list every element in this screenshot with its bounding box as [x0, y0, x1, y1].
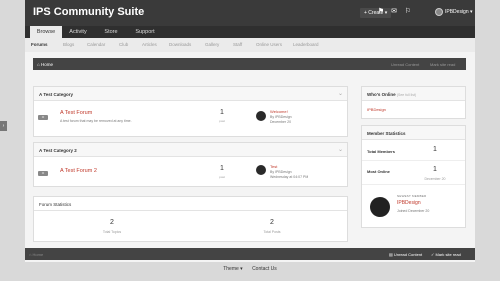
category-header: A Test Category 2 ⌄: [34, 143, 347, 157]
last-post-title[interactable]: Test: [270, 164, 277, 169]
post-label: post: [219, 119, 225, 123]
forum-stats-title: Forum Statistics: [39, 202, 72, 207]
forum-stats-header: Forum Statistics: [34, 197, 347, 211]
subnav-staff[interactable]: Staff: [233, 42, 242, 47]
last-post-author[interactable]: By IPBDesign: [270, 115, 292, 119]
subnav-gallery[interactable]: Gallery: [205, 42, 219, 47]
newest-member-joined: Joined December 20: [397, 209, 430, 213]
avatar: [435, 8, 443, 16]
most-online-label: Most Online: [367, 169, 390, 174]
forum-read-icon: ••: [38, 115, 48, 120]
main-nav: Browse Activity Store Support: [25, 26, 475, 38]
mark-site-read-link[interactable]: ✓ Mark site read: [431, 252, 461, 257]
whos-online-header: Who's Online (See full list): [362, 87, 465, 101]
newest-member-name[interactable]: IPBDesign: [397, 200, 421, 206]
whos-online-title: Who's Online (See full list): [367, 92, 417, 97]
member-stats-panel: Member Statistics Total Members 1 Most O…: [361, 125, 466, 228]
unread-content-link[interactable]: Unread Content: [391, 62, 419, 67]
forum-read-icon: ••: [38, 171, 48, 176]
subnav-articles[interactable]: Articles: [142, 42, 157, 47]
tab-store[interactable]: Store: [97, 26, 125, 38]
post-label: post: [219, 175, 225, 179]
member-stats-title: Member Statistics: [367, 131, 406, 136]
breadcrumb: ⌂ Home Unread Content Mark site read: [33, 58, 466, 70]
total-members-value: 1: [433, 146, 437, 153]
category-header: A Test Category ⌄: [34, 87, 347, 101]
last-post-date: December 20: [270, 120, 292, 124]
subnav-downloads[interactable]: Downloads: [169, 42, 191, 47]
divider: [362, 184, 465, 185]
last-post-author[interactable]: By IPBDesign: [270, 170, 292, 174]
sub-nav: Forums Blogs Calendar Club Articles Down…: [25, 38, 475, 52]
divider: [362, 160, 465, 161]
mark-site-read-link[interactable]: Mark site read: [430, 62, 455, 67]
bell-icon[interactable]: ⚑: [377, 8, 385, 16]
member-stats-header: Member Statistics: [362, 126, 465, 140]
top-bar: IPS Community Suite + Create ▾ ⚑ ✉ ⚐ IPB…: [25, 0, 475, 26]
footer: Theme ▾ Contact Us: [0, 266, 500, 272]
mail-icon[interactable]: ✉: [390, 8, 398, 16]
avatar[interactable]: [256, 111, 266, 121]
last-post-title[interactable]: Welcome!: [270, 109, 288, 114]
most-online-value: 1: [433, 166, 437, 173]
total-posts-label: Total Posts: [263, 230, 281, 234]
category-title[interactable]: A Test Category 2: [39, 148, 77, 153]
subnav-leaderboard[interactable]: Leaderboard: [293, 42, 319, 47]
last-post-date: Wednesday at 04:07 PM: [270, 175, 309, 179]
category-title[interactable]: A Test Category: [39, 92, 73, 97]
forum-link[interactable]: A Test Forum: [60, 110, 92, 116]
subnav-forums[interactable]: Forums: [31, 42, 48, 47]
total-topics-value: 2: [110, 219, 114, 226]
category-panel: A Test Category 2 ⌄ •• A Test Forum 2 1 …: [33, 142, 348, 187]
forum-link[interactable]: A Test Forum 2: [60, 168, 97, 174]
category-panel: A Test Category ⌄ •• A Test Forum A test…: [33, 86, 348, 137]
chevron-down-icon[interactable]: ⌄: [338, 146, 343, 153]
chevron-down-icon[interactable]: ⌄: [338, 90, 343, 97]
most-online-date: December 20: [424, 177, 446, 181]
newest-member-label: NEWEST MEMBER: [397, 194, 427, 198]
theme-selector[interactable]: Theme ▾: [223, 266, 242, 272]
breadcrumb-home[interactable]: ⌂ Home: [37, 62, 53, 67]
user-menu-label: IPBDesign ▾: [445, 9, 473, 15]
see-full-list-link[interactable]: (See full list): [397, 93, 416, 97]
tab-support[interactable]: Support: [129, 26, 161, 38]
site-title[interactable]: IPS Community Suite: [33, 6, 144, 18]
forum-description: A test forum that may be removed at any …: [60, 119, 132, 123]
post-count: 1: [220, 165, 224, 172]
total-posts-value: 2: [270, 219, 274, 226]
create-button[interactable]: + Create ▾: [360, 8, 392, 18]
total-topics-label: Total Topics: [102, 230, 122, 234]
subnav-online-users[interactable]: Online Users: [256, 42, 282, 47]
post-count: 1: [220, 109, 224, 116]
unread-content-link[interactable]: ▤ Unread Content: [389, 252, 422, 257]
chevron-right-icon[interactable]: ›: [0, 121, 7, 131]
online-user[interactable]: IPBDesign: [367, 107, 386, 112]
bottom-breadcrumb: ⌂ Home ▤ Unread Content ✓ Mark site read: [25, 248, 475, 260]
subnav-club[interactable]: Club: [119, 42, 128, 47]
avatar[interactable]: [256, 165, 266, 175]
forum-stats-panel: Forum Statistics 2 Total Topics 2 Total …: [33, 196, 348, 242]
avatar[interactable]: [370, 197, 390, 217]
subnav-calendar[interactable]: Calendar: [87, 42, 105, 47]
breadcrumb-home[interactable]: ⌂ Home: [29, 252, 43, 257]
user-menu[interactable]: IPBDesign ▾: [435, 6, 473, 18]
contact-us-link[interactable]: Contact Us: [252, 266, 277, 272]
flag-icon[interactable]: ⚐: [404, 8, 412, 16]
subnav-blogs[interactable]: Blogs: [63, 42, 74, 47]
whos-online-panel: Who's Online (See full list) IPBDesign: [361, 86, 466, 119]
total-members-label: Total Members: [367, 149, 395, 154]
tab-activity[interactable]: Activity: [63, 26, 93, 38]
tab-browse[interactable]: Browse: [30, 26, 62, 38]
